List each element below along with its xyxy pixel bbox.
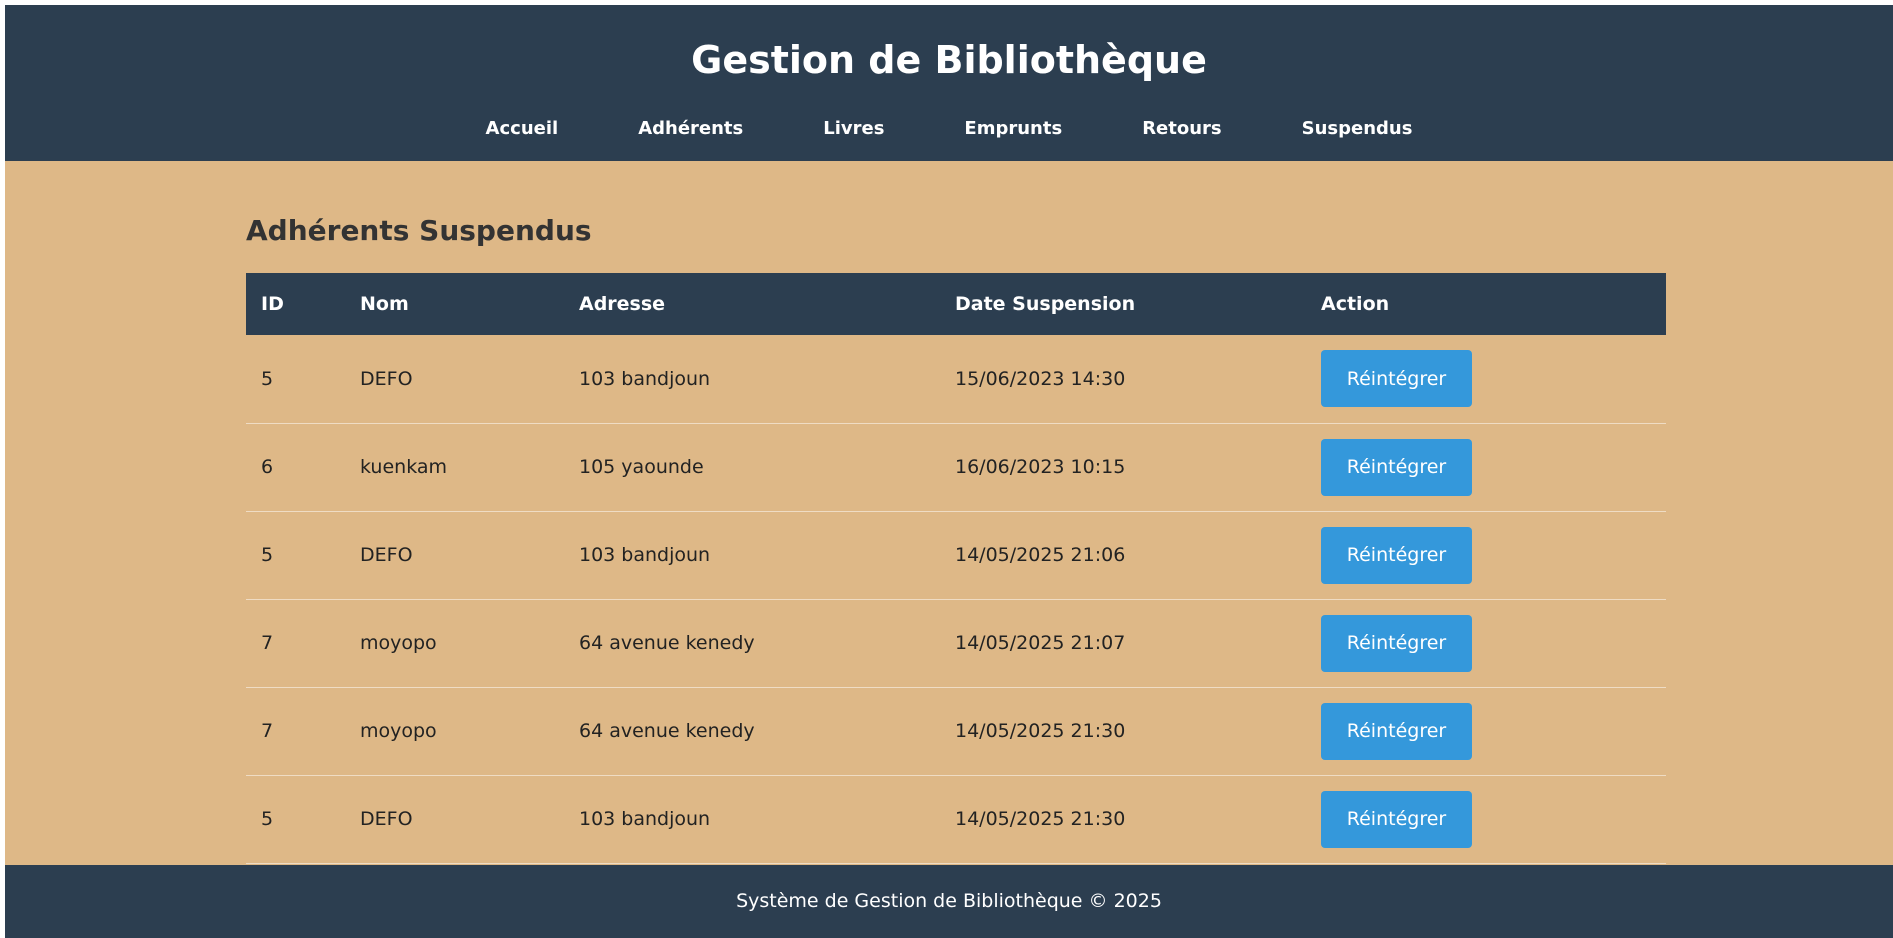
cell-date: 14/05/2025 21:07 [955,632,1126,654]
cell-adresse: 103 bandjoun [579,808,711,830]
cell-date: 14/05/2025 21:30 [955,808,1126,830]
column-header-id: ID [261,293,284,315]
reinstate-button[interactable]: Réintégrer [1321,790,1472,848]
column-header-action: Action [1321,293,1390,315]
footer-text: Système de Gestion de Bibliothèque © 202… [736,890,1162,912]
nav-accueil[interactable]: Accueil [446,113,599,145]
cell-date: 15/06/2023 14:30 [955,367,1126,390]
app-frame: Gestion de Bibliothèque Accueil Adhérent… [5,5,1893,938]
nav-retours[interactable]: Retours [1102,113,1261,145]
reinstate-button[interactable]: Réintégrer [1321,438,1472,496]
cell-action: Réintégrer [1306,599,1666,687]
site-title: Gestion de Bibliothèque [691,38,1207,82]
cell-id: 5 [261,808,274,830]
cell-nom: DEFO [360,808,413,830]
cell-action: Réintégrer [1306,775,1666,863]
table-row: 5 DEFO 103 bandjoun 15/06/2023 14:30 Réi… [246,335,1666,423]
cell-nom: DEFO [360,367,413,390]
column-header-date: Date Suspension [955,293,1136,315]
reinstate-button[interactable]: Réintégrer [1321,614,1472,672]
table-body: 5 DEFO 103 bandjoun 15/06/2023 14:30 Réi… [246,335,1666,863]
cell-adresse: 64 avenue kenedy [579,720,755,742]
column-header-adresse: Adresse [579,293,666,315]
reinstate-button[interactable]: Réintégrer [1321,702,1472,760]
cell-action: Réintégrer [1306,423,1666,511]
cell-id: 5 [261,367,274,390]
cell-adresse: 64 avenue kenedy [579,632,755,654]
nav-livres[interactable]: Livres [783,113,924,145]
cell-nom: moyopo [360,720,437,742]
reinstate-button[interactable]: Réintégrer [1321,526,1472,584]
cell-date: 14/05/2025 21:30 [955,720,1126,742]
cell-action: Réintégrer [1306,511,1666,599]
cell-nom: kuenkam [360,456,448,478]
table-row: 5 DEFO 103 bandjoun 14/05/2025 21:06 Réi… [246,511,1666,599]
cell-id: 7 [261,632,274,654]
table-row: 7 moyopo 64 avenue kenedy 14/05/2025 21:… [246,599,1666,687]
cell-adresse: 105 yaounde [579,456,704,478]
table-row: 7 moyopo 64 avenue kenedy 14/05/2025 21:… [246,687,1666,775]
reinstate-button[interactable]: Réintégrer [1321,350,1472,408]
cell-action: Réintégrer [1306,335,1666,423]
cell-id: 5 [261,544,274,566]
nav-emprunts[interactable]: Emprunts [924,113,1102,145]
nav-suspendus[interactable]: Suspendus [1262,113,1453,145]
cell-date: 16/06/2023 10:15 [955,456,1126,478]
table-row: 6 kuenkam 105 yaounde 16/06/2023 10:15 R… [246,423,1666,511]
site-header: Gestion de Bibliothèque Accueil Adhérent… [5,5,1893,161]
cell-id: 7 [261,720,274,742]
table-row: 5 DEFO 103 bandjoun 14/05/2025 21:30 Réi… [246,775,1666,863]
page-title: Adhérents Suspendus [246,214,592,247]
cell-nom: moyopo [360,632,437,654]
cell-id: 6 [261,456,274,478]
cell-adresse: 103 bandjoun [579,367,711,390]
suspended-members-table: ID Nom Adresse Date Suspension Action 5 … [246,273,1666,864]
cell-nom: DEFO [360,544,413,566]
cell-adresse: 103 bandjoun [579,544,711,566]
table-header: ID Nom Adresse Date Suspension Action [246,273,1666,335]
nav-adherents[interactable]: Adhérents [598,113,783,145]
cell-action: Réintégrer [1306,687,1666,775]
cell-date: 14/05/2025 21:06 [955,544,1126,566]
column-header-nom: Nom [360,293,409,315]
main-nav: Accueil Adhérents Livres Emprunts Retour… [5,113,1893,145]
site-footer: Système de Gestion de Bibliothèque © 202… [5,865,1893,938]
